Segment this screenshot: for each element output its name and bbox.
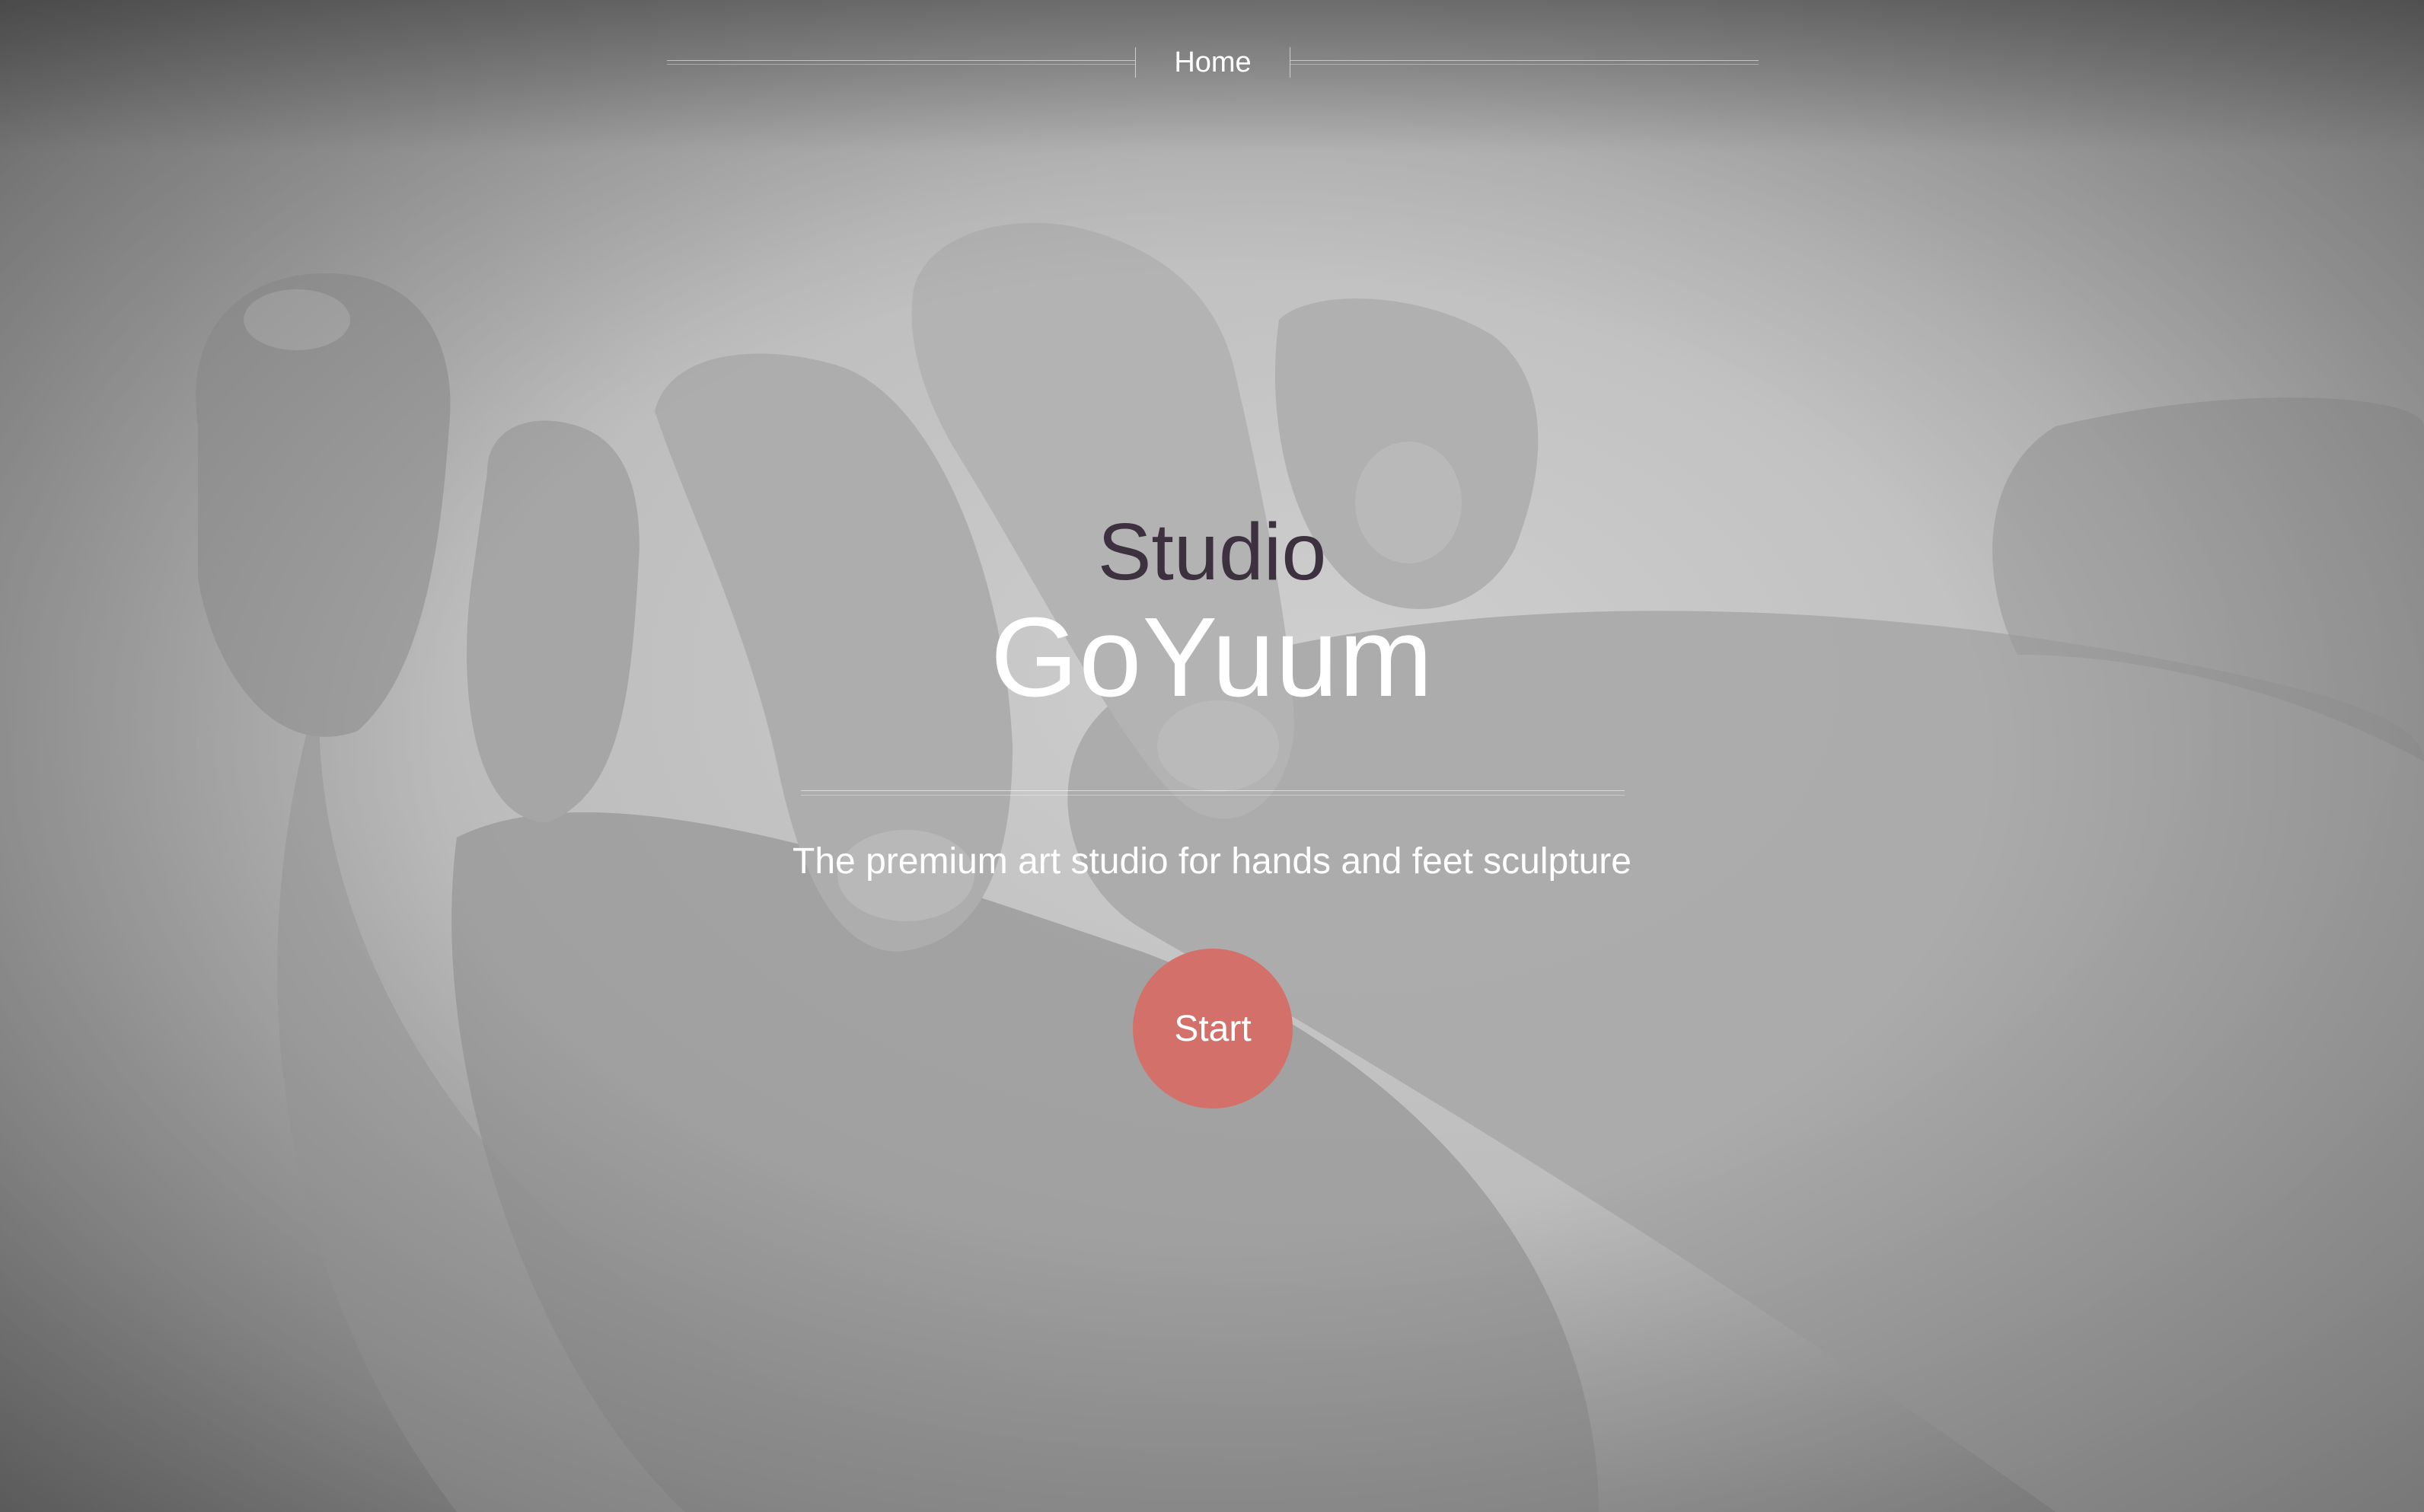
top-navigation: Home [667, 44, 1759, 81]
hero-background-photo [0, 0, 2424, 1512]
hero-eyebrow: Studio [1097, 507, 1327, 597]
start-button[interactable]: Start [1133, 949, 1293, 1108]
hero-section: Studio GoYuum The premium art studio for… [0, 507, 2424, 1108]
nav-divider-left [667, 60, 1135, 65]
baby-hand-illustration [196, 222, 2424, 1512]
nav-divider-right [1290, 60, 1759, 65]
hero-tagline: The premium art studio for hands and fee… [793, 841, 1631, 882]
nav-item-home[interactable]: Home [1136, 46, 1290, 79]
hero-divider [801, 790, 1625, 796]
site-title: GoYuum [990, 595, 1434, 720]
